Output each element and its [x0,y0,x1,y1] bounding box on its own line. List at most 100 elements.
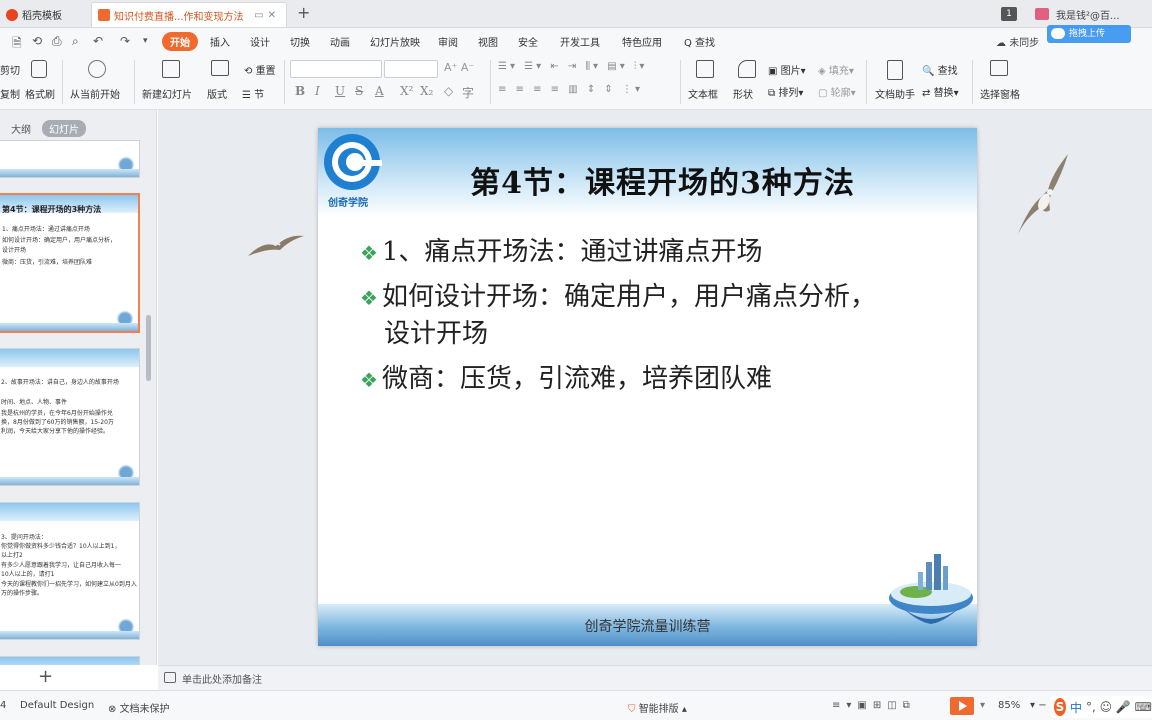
chevron-down-icon[interactable]: ▾ [980,700,985,711]
save-icon[interactable]: 🗎 [12,34,22,55]
font-family-select[interactable] [290,60,382,78]
outline-button[interactable]: ▢ 轮廓▾ [818,84,856,99]
find-button[interactable]: 🔍 查找 [922,62,958,77]
tab-docer-templates[interactable]: 稻壳模板 [0,2,88,27]
footer-text: 创奇学院流量训练营 [584,619,711,635]
print-icon[interactable]: ⎙ [52,34,62,49]
redo-icon[interactable]: ↷ [120,34,130,48]
scrollbar[interactable] [146,315,151,381]
bullet-item[interactable]: ❖ 1、痛点开场法：通过讲痛点开场 [360,233,762,272]
font-grow-button[interactable]: A⁺ A⁻ [444,61,474,74]
view-switcher[interactable]: ≡▾▣⊞◫⧉ [832,700,916,711]
ime-toolbar[interactable]: S 中 °, ☺ 🎤 ⌨ [1050,696,1152,718]
layout-button[interactable]: 版式 [207,86,227,101]
align-controls[interactable]: ≡ ≡ ≡ ≡ ▥ ⇕ ⇕ ⋮▾ [498,84,643,95]
format-painter-button[interactable]: 格式刷 [25,86,55,101]
tab-document[interactable]: 知识付费直播...作和变现方法 ▭✕ [91,2,287,27]
clear-format-icon[interactable]: ◇ [444,84,453,98]
sync-status[interactable]: ☁ 未同步 [996,34,1039,49]
underline-button[interactable]: U [335,84,345,98]
new-slide-button[interactable]: 新建幻灯片 [142,86,192,101]
user-name[interactable]: 我是钱²@百... [1056,7,1120,22]
bullet-item[interactable]: ❖ 如何设计开场：确定用户，用户痛点分析， [360,278,876,317]
picture-button[interactable]: ▣ 图片▾ [768,62,806,77]
bullet-continuation[interactable]: 设计开场 [384,315,488,353]
thumbnail-title: 第4节：课程开场的3种方法 [2,205,102,214]
notes-placeholder[interactable]: 单击此处添加备注 [182,671,262,686]
section-button[interactable]: ☰ 节 [242,86,264,101]
italic-button[interactable]: I [315,84,320,98]
menu-home[interactable]: 开始 [162,32,198,51]
font-size-select[interactable] [384,60,438,78]
preview-icon[interactable]: ⌕ [72,34,79,49]
menu-special[interactable]: 特色应用 [622,34,662,49]
zoom-slider[interactable]: ▾ − [1030,700,1047,711]
menu-review[interactable]: 审阅 [438,34,458,49]
play-from-current-button[interactable]: 从当前开始 [70,86,120,101]
subscript-button[interactable]: X₂ [420,84,433,98]
new-tab-button[interactable]: + [297,3,310,22]
diamond-bullet-icon: ❖ [360,368,378,392]
bold-button[interactable]: B [295,84,305,98]
find-label: 查找 [937,66,958,77]
menu-search[interactable]: Q 查找 [684,34,715,49]
seagull-image [1018,154,1068,234]
tab-slides[interactable]: 幻灯片 [42,120,86,137]
add-slide-button[interactable]: + [38,666,53,687]
font-color-button[interactable]: A [375,84,384,98]
slide-thumbnail[interactable]: 第4节：课程开场的3种方法 1、痛点开场法：通过讲痛点开场 如何设计开场：确定用… [0,193,140,333]
thumbnail-line: 利润，今天给大家分享下他的操作经验。 [1,428,110,435]
zoom-level[interactable]: 85% [998,700,1020,711]
textbox-button[interactable]: 文本框 [688,86,718,101]
superscript-button[interactable]: X² [400,84,413,98]
theme-name[interactable]: Default Design [20,700,94,711]
menu-developer[interactable]: 开发工具 [560,34,600,49]
undo-history-icon[interactable]: ⟲ [32,34,42,48]
smart-layout-icon: ⛉ [628,704,636,715]
menu-transition[interactable]: 切换 [290,34,310,49]
menu-slideshow[interactable]: 幻灯片放映 [370,34,420,49]
slide-thumbnail[interactable] [0,656,140,665]
diamond-bullet-icon: ❖ [360,286,378,310]
select-pane-button[interactable]: 选择窗格 [980,86,1020,101]
slide-number: 4 [0,700,7,711]
slide-thumbnail[interactable]: 3、提问开场法： 你觉得你做资料多少钱合适？10人以上到1， 以上打2 有多少人… [0,502,140,640]
menu-view[interactable]: 视图 [478,34,498,49]
strikethrough-button[interactable]: S [355,84,363,98]
slide-thumbnail[interactable]: 2、故事开场法：讲自己，身边人的故事开场 时间、地点、人物、事件 我是杭州的学员… [0,348,140,486]
upload-button[interactable]: 拖拽上传 [1047,25,1131,43]
shape-button[interactable]: 形状 [733,86,753,101]
phonetic-icon[interactable]: 字 [462,84,474,101]
slide-thumbnail[interactable] [0,140,140,178]
thumbnail-line: 3、提问开场法： [1,534,47,541]
menu-animation[interactable]: 动画 [330,34,350,49]
undo-icon[interactable]: ↶ [93,34,103,48]
thumbnail-line: 有多少人愿意跟着我学习，让自己月收入每一 [1,562,122,569]
protect-status[interactable]: ⊗ 文档未保护 [108,700,170,715]
slide-title[interactable]: 第4节：课程开场的3种方法 [318,158,977,202]
arrange-button[interactable]: ⧉ 排列▾ [768,84,803,99]
avatar[interactable] [1035,8,1049,20]
list-controls[interactable]: ☰▾ ☰▾ ⇤ ⇥ ⫼▾ ▤▾ ⫶▾ [498,61,647,72]
copy-button[interactable]: 复制 [0,86,20,101]
slide[interactable]: 创奇学院 第4节：课程开场的3种方法 ❖ 1、痛点开场法：通过讲痛点开场 ❖ 如何设… [318,128,977,646]
doc-assistant-button[interactable]: 文档助手 [875,86,915,101]
cut-button[interactable]: 剪切 [0,62,20,77]
menu-insert[interactable]: 插入 [210,34,230,49]
play-slideshow-button[interactable] [950,697,974,715]
reset-button[interactable]: ⟲ 重置 [244,62,276,77]
close-icon[interactable]: ▭✕ [254,10,280,21]
thumbnail-line: 我是杭州的学员，在今年6月份开始操作兑 [1,410,113,417]
notes-bar[interactable]: 单击此处添加备注 [158,665,1152,690]
slide-panel: 大纲 幻灯片 第4节：课程开场的3种方法 1、痛点开场法：通过讲痛点开场 如何设… [0,110,157,687]
menu-design[interactable]: 设计 [250,34,270,49]
menu-security[interactable]: 安全 [518,34,538,49]
bullet-item[interactable]: ❖ 微商：压货，引流难，培养团队难 [360,360,772,399]
replace-button[interactable]: ⇄ 替换▾ [922,84,959,99]
fill-button[interactable]: ◈ 填充▾ [818,62,854,77]
tab-outline[interactable]: 大纲 [11,121,31,136]
thumbnail-line: 万的操作步骤。 [1,590,44,597]
chevron-down-icon[interactable]: ▾ [143,36,148,46]
smart-layout-button[interactable]: ⛉ 智能排版 ▴ [628,700,687,715]
protect-label: 文档未保护 [119,704,170,715]
